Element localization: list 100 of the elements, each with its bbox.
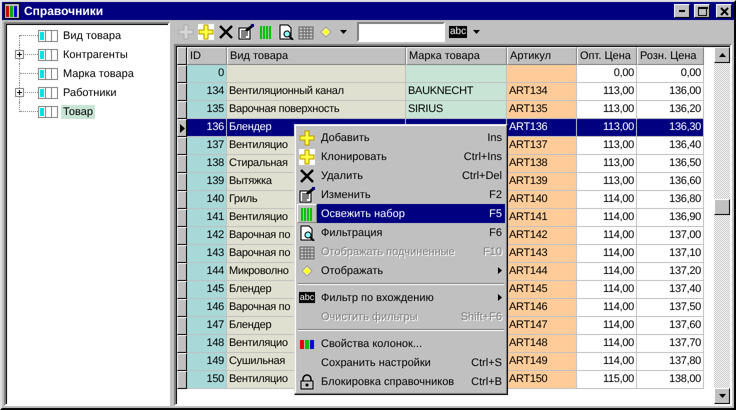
close-button[interactable] xyxy=(218,24,234,40)
filter-mode-button[interactable]: abc xyxy=(449,26,468,38)
dropdown-caret-icon[interactable] xyxy=(340,30,347,34)
row-indicator[interactable] xyxy=(177,335,187,353)
row-indicator[interactable] xyxy=(177,209,187,227)
table-cell: ART140 xyxy=(507,191,577,209)
row-indicator[interactable] xyxy=(177,191,187,209)
app-icon xyxy=(4,3,20,19)
row-indicator[interactable] xyxy=(177,137,187,155)
table-cell: 114,00 xyxy=(577,281,637,299)
table-cell: ART146 xyxy=(507,299,577,317)
menu-item[interactable]: Освежить набор F5 xyxy=(317,204,505,223)
table-cell: 136 xyxy=(187,119,227,137)
column-header[interactable]: Марка товара xyxy=(406,47,507,65)
table-cell: 134 xyxy=(187,83,227,101)
row-indicator[interactable] xyxy=(177,83,187,101)
maximize-button[interactable] xyxy=(694,4,710,18)
search-field[interactable] xyxy=(357,22,445,42)
scroll-down-button[interactable] xyxy=(714,388,730,404)
column-header[interactable]: Вид товара xyxy=(227,47,406,65)
column-header[interactable]: Розн. Цена xyxy=(637,47,704,65)
document-edit-button[interactable] xyxy=(238,24,254,40)
window-title: Справочники xyxy=(24,4,104,18)
row-indicator[interactable] xyxy=(177,281,187,299)
filter-icon: abc xyxy=(298,292,316,303)
table-cell: 136,90 xyxy=(637,209,704,227)
row-indicator[interactable] xyxy=(177,263,187,281)
row-indicator[interactable] xyxy=(177,119,187,137)
row-indicator[interactable] xyxy=(177,173,187,191)
table-cell: ART135 xyxy=(507,101,577,119)
table-cell: 137,60 xyxy=(637,317,704,335)
table-cell: 137,40 xyxy=(637,281,704,299)
column-header[interactable]: Артикул xyxy=(507,47,577,65)
table-cell: 143 xyxy=(187,245,227,263)
table-cell: 0 xyxy=(187,65,227,83)
table-cell: 0,00 xyxy=(637,65,704,83)
row-indicator[interactable] xyxy=(177,227,187,245)
table-cell: 137,00 xyxy=(637,227,704,245)
tree-item[interactable]: Вид товара xyxy=(61,28,124,42)
table-cell: 137,20 xyxy=(637,263,704,281)
table-icon xyxy=(38,106,58,118)
tree-item[interactable]: Товар xyxy=(61,104,95,118)
row-indicator[interactable] xyxy=(177,245,187,263)
table-cell: ART147 xyxy=(507,317,577,335)
minimize-button[interactable] xyxy=(674,4,690,18)
scroll-up-button[interactable] xyxy=(714,47,730,63)
current-row-icon xyxy=(180,124,184,132)
table-cell: 0,00 xyxy=(577,65,637,83)
row-indicator[interactable] xyxy=(177,371,187,389)
dropdown-caret-icon[interactable] xyxy=(473,30,480,34)
tree-item[interactable]: Работники xyxy=(61,86,118,100)
table-cell: 144 xyxy=(187,263,227,281)
table-cell: 113,00 xyxy=(577,119,637,137)
tree-item[interactable]: Контрагенты xyxy=(61,48,130,62)
row-indicator[interactable] xyxy=(177,299,187,317)
table-cell: ART139 xyxy=(507,173,577,191)
table-cell: 114,00 xyxy=(577,227,637,245)
table-cell: 113,00 xyxy=(577,155,637,173)
table-cell: 141 xyxy=(187,209,227,227)
minimize-icon xyxy=(679,10,685,12)
table-cell: 140 xyxy=(187,191,227,209)
close-icon xyxy=(718,4,730,18)
column-header[interactable]: ID xyxy=(187,47,227,65)
plus-icon xyxy=(299,148,315,164)
table-cell: 113,00 xyxy=(577,101,637,119)
table-cell: 149 xyxy=(187,353,227,371)
row-indicator[interactable] xyxy=(177,65,187,83)
table-cell: 136,40 xyxy=(637,137,704,155)
table-cell: ART144 xyxy=(507,263,577,281)
table-cell: ART145 xyxy=(507,281,577,299)
table-cell: BAUKNECHT xyxy=(406,83,507,101)
expand-icon[interactable] xyxy=(15,88,24,97)
table-cell: 138 xyxy=(187,155,227,173)
row-indicator[interactable] xyxy=(177,353,187,371)
tree-item[interactable]: Марка товара xyxy=(61,66,136,80)
table-cell: ART141 xyxy=(507,209,577,227)
row-indicator[interactable] xyxy=(177,101,187,119)
diamond-icon xyxy=(299,262,315,278)
table-cell: 137,10 xyxy=(637,245,704,263)
table-cell: ART149 xyxy=(507,353,577,371)
table-cell: 136,60 xyxy=(637,173,704,191)
table-cell: 138,00 xyxy=(637,371,704,389)
maximize-icon xyxy=(696,4,708,18)
table-cell: 114,00 xyxy=(577,335,637,353)
scroll-thumb[interactable] xyxy=(714,199,730,215)
table-cell: 137 xyxy=(187,137,227,155)
bars-icon xyxy=(299,206,315,222)
column-header[interactable]: Опт. Цена xyxy=(577,47,637,65)
table-icon xyxy=(38,86,58,98)
row-indicator[interactable] xyxy=(177,155,187,173)
table-cell: 113,00 xyxy=(577,83,637,101)
table-cell: 150 xyxy=(187,371,227,389)
table-cell: 114,00 xyxy=(577,245,637,263)
search-button[interactable] xyxy=(278,24,294,40)
table-cell: 145 xyxy=(187,281,227,299)
scrollbar[interactable] xyxy=(714,47,730,404)
row-indicator[interactable] xyxy=(177,317,187,335)
expand-icon[interactable] xyxy=(15,50,24,59)
lock-icon xyxy=(299,374,315,390)
table-cell: 114,00 xyxy=(577,353,637,371)
